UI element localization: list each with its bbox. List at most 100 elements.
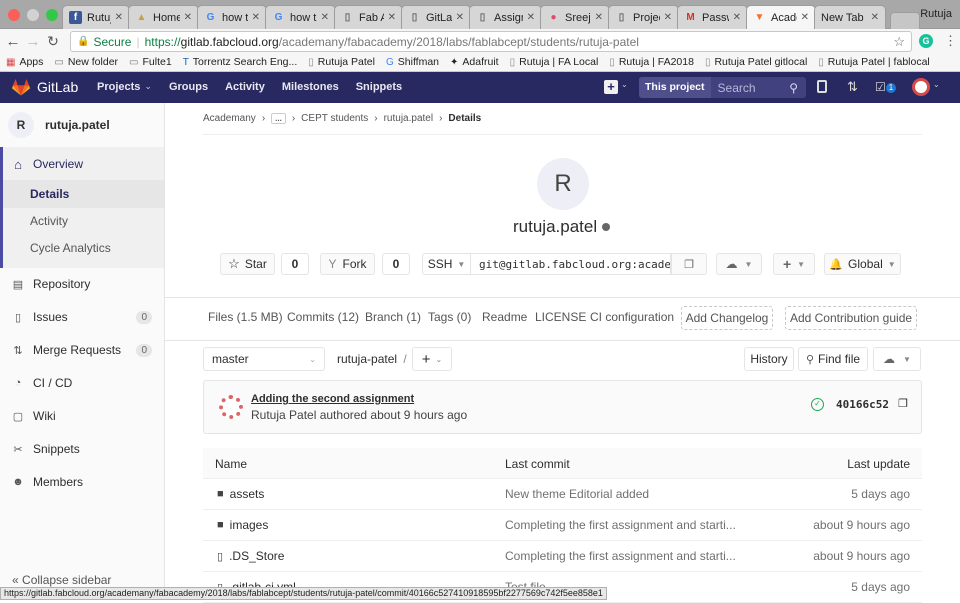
issues-nav-icon[interactable] — [817, 80, 827, 93]
gitlab-brand[interactable]: GitLab — [37, 79, 78, 95]
bookmark-item[interactable]: ▯ Rutuja | FA Local — [510, 56, 599, 68]
star-count[interactable]: 0 — [281, 253, 309, 275]
commit-title-link[interactable]: Adding the second assignment — [251, 393, 414, 405]
add-contribution-guide-button[interactable]: Add Contribution guide — [785, 306, 917, 330]
star-button[interactable]: ☆ Star — [220, 253, 275, 275]
stat-link[interactable]: Readme — [482, 310, 527, 324]
new-item-plus-icon[interactable]: + — [604, 80, 618, 94]
fork-button[interactable]: Y Fork — [320, 253, 375, 275]
browser-tab[interactable]: ▼ Acader ✕ — [746, 5, 816, 29]
close-tab-icon[interactable]: ✕ — [115, 12, 123, 23]
browser-tab[interactable]: Ghow to ✕ — [197, 5, 267, 29]
file-name[interactable]: ■ images — [217, 518, 268, 532]
browser-tab[interactable]: Ghow th ✕ — [265, 5, 336, 29]
close-tab-icon[interactable]: ✕ — [184, 12, 192, 23]
sidebar-item-members[interactable]: ☻ Members — [0, 468, 164, 496]
breadcrumb-item[interactable]: rutuja.patel — [384, 113, 433, 124]
bookmark-item[interactable]: ▯ Rutuja Patel gitlocal — [705, 56, 807, 68]
add-changelog-button[interactable]: Add Changelog — [681, 306, 773, 330]
add-dropdown[interactable]: + ▼ — [773, 253, 815, 275]
download-source-dropdown[interactable]: ☁ ▼ — [873, 347, 921, 371]
nav-groups[interactable]: Groups — [169, 81, 208, 93]
sidebar-item-merge-requests[interactable]: ⇅ Merge Requests 0 — [0, 336, 164, 364]
search-input[interactable]: Search — [718, 81, 756, 95]
bookmark-item[interactable]: G Shiffman — [386, 56, 439, 68]
breadcrumb-item[interactable]: CEPT students — [301, 113, 368, 124]
stat-link[interactable]: Files (1.5 MB) — [208, 310, 283, 324]
close-tab-icon[interactable]: ✕ — [456, 12, 464, 23]
nav-milestones[interactable]: Milestones — [282, 81, 339, 93]
gitlab-logo-icon[interactable] — [12, 79, 30, 96]
download-dropdown[interactable]: ☁ ▼ — [716, 253, 762, 275]
collapse-sidebar-button[interactable]: « Collapse sidebar — [12, 573, 111, 587]
browser-tab[interactable]: ▲ Homeb ✕ — [128, 5, 199, 29]
minimize-window-button[interactable] — [27, 9, 39, 21]
nav-activity[interactable]: Activity — [225, 81, 265, 93]
bookmark-item[interactable]: ▭ New folder — [54, 56, 118, 68]
sidebar-project-name[interactable]: rutuja.patel — [45, 118, 110, 132]
bookmark-item[interactable]: T Torrentz Search Eng... — [183, 56, 298, 68]
sidebar-item-ci-cd[interactable]: ◔ CI / CD — [0, 369, 164, 397]
new-tab-button[interactable] — [890, 12, 920, 29]
pipeline-success-icon[interactable]: ✓ — [811, 398, 824, 411]
search-box[interactable]: This project Search ⚲ — [639, 77, 806, 98]
grammarly-extension-icon[interactable]: G — [919, 34, 933, 48]
breadcrumb-expand-button[interactable]: ... — [271, 113, 286, 124]
close-tab-icon[interactable]: ✕ — [595, 12, 603, 23]
nav-projects[interactable]: Projects — [97, 81, 140, 93]
sidebar-subitem-activity[interactable]: Activity — [3, 207, 167, 235]
browser-tab[interactable]: M Passw ✕ — [677, 5, 748, 29]
copy-sha-icon[interactable]: ❐ — [898, 397, 908, 410]
close-tab-icon[interactable]: ✕ — [801, 12, 809, 23]
sidebar-item-issues[interactable]: ▯ Issues 0 — [0, 303, 164, 331]
file-row[interactable]: ■ assets New theme Editorial added 5 days a… — [203, 479, 922, 510]
bookmark-item[interactable]: ▯ Rutuja Patel — [308, 56, 375, 68]
stat-link[interactable]: Branch (1) — [365, 310, 421, 324]
merge-requests-nav-icon[interactable]: ⇅ — [847, 79, 858, 95]
clone-url-input[interactable]: git@gitlab.fabcloud.org:academany/fabaca… — [470, 253, 671, 275]
close-tab-icon[interactable]: ✕ — [321, 12, 329, 23]
sidebar-subitem-details[interactable]: Details — [3, 180, 164, 208]
forward-icon[interactable]: → — [23, 33, 43, 50]
commit-sha[interactable]: 40166c52 — [836, 398, 889, 411]
copy-url-button[interactable]: ❐ — [671, 253, 707, 275]
close-tab-icon[interactable]: ✕ — [871, 12, 879, 23]
browser-tab[interactable]: f Rutuja ✕ — [62, 5, 130, 29]
history-button[interactable]: History — [744, 347, 794, 371]
file-last-commit[interactable]: New theme Editorial added — [505, 487, 649, 501]
address-bar[interactable]: 🔒 Secure | https:// gitlab.fabcloud.org … — [70, 31, 912, 52]
file-row[interactable]: ▯ .DS_Store Completing the first assignmen… — [203, 541, 922, 572]
find-file-button[interactable]: ⚲ Find file — [798, 347, 868, 371]
profile-name[interactable]: Rutuja — [920, 8, 952, 20]
sidebar-item-snippets[interactable]: ✂ Snippets — [0, 435, 164, 463]
close-tab-icon[interactable]: ✕ — [388, 12, 396, 23]
stat-link[interactable]: LICENSE — [535, 310, 586, 324]
file-last-commit[interactable]: Completing the first assignment and star… — [505, 518, 736, 532]
browser-tab[interactable]: New Tab ✕ — [814, 5, 886, 29]
path-root-link[interactable]: rutuja-patel — [337, 352, 397, 366]
close-tab-icon[interactable]: ✕ — [664, 12, 672, 23]
user-avatar[interactable] — [912, 78, 930, 96]
browser-tab[interactable]: ▯ Project ✕ — [608, 5, 679, 29]
sidebar-item-overview[interactable]: ⌂ Overview — [0, 150, 164, 178]
browser-tab[interactable]: ▯ Fab Ac ✕ — [334, 5, 403, 29]
stat-link[interactable]: Tags (0) — [428, 310, 471, 324]
close-tab-icon[interactable]: ✕ — [252, 12, 260, 23]
close-tab-icon[interactable]: ✕ — [733, 12, 741, 23]
bookmark-item[interactable]: ▯ Rutuja Patel | fablocal — [818, 56, 929, 68]
sidebar-subitem-cycle-analytics[interactable]: Cycle Analytics — [3, 234, 167, 262]
file-name[interactable]: ■ assets — [217, 487, 264, 501]
close-window-button[interactable] — [8, 9, 20, 21]
browser-tab[interactable]: ▯ Assign ✕ — [469, 5, 542, 29]
bookmark-item[interactable]: ✦ Adafruit — [450, 56, 499, 68]
fork-count[interactable]: 0 — [382, 253, 410, 275]
sidebar-item-wiki[interactable]: ▢ Wiki — [0, 402, 164, 430]
close-tab-icon[interactable]: ✕ — [527, 12, 535, 23]
nav-snippets[interactable]: Snippets — [356, 81, 402, 93]
project-avatar[interactable]: R — [8, 112, 34, 138]
bookmark-item[interactable]: ▯ Rutuja | FA2018 — [609, 56, 694, 68]
browser-menu-icon[interactable]: ⋮ — [944, 33, 957, 49]
bookmark-item[interactable]: ▭ Fulte1 — [129, 56, 172, 68]
bookmark-item[interactable]: ▦ Apps — [6, 56, 43, 68]
search-scope-label[interactable]: This project — [639, 77, 711, 98]
